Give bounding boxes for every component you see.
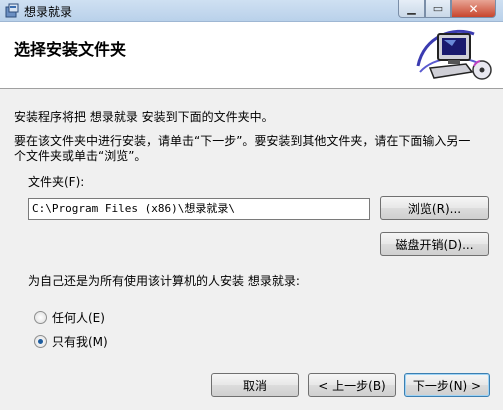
disk-cost-button-label: 磁盘开销(D)...: [395, 237, 474, 252]
radio-everyone-circle[interactable]: [34, 311, 47, 324]
folder-label: 文件夹(F):: [28, 175, 85, 189]
browse-button[interactable]: 浏览(R)...: [380, 196, 489, 220]
maximize-icon: ▭: [432, 2, 444, 15]
browse-button-label: 浏览(R)...: [407, 201, 462, 216]
close-icon: ✕: [468, 1, 479, 16]
close-button[interactable]: ✕: [451, 0, 496, 18]
radio-just-me[interactable]: 只有我(M): [34, 333, 108, 350]
next-button-label: 下一步(N) >: [412, 378, 482, 393]
cancel-button-label: 取消: [242, 378, 267, 393]
page-title: 选择安装文件夹: [14, 40, 127, 59]
radio-everyone[interactable]: 任何人(E): [34, 309, 105, 326]
maximize-button[interactable]: ▭: [425, 0, 451, 18]
next-button[interactable]: 下一步(N) >: [404, 373, 490, 397]
intro-text: 安装程序将把 想录就录 安装到下面的文件夹中。: [14, 110, 274, 124]
back-button[interactable]: < 上一步(B): [308, 373, 396, 397]
back-button-label: < 上一步(B): [318, 378, 386, 393]
title-bar[interactable]: 想录就录 ▁ ▭ ✕: [0, 0, 503, 22]
minimize-icon: ▁: [407, 2, 416, 15]
folder-path-input[interactable]: C:\Program Files (x86)\想录就录\: [28, 198, 370, 220]
cancel-button[interactable]: 取消: [211, 373, 299, 397]
disk-cost-button[interactable]: 磁盘开销(D)...: [380, 232, 489, 256]
header-banner: 选择安装文件夹: [0, 22, 503, 89]
computer-install-icon: [416, 29, 492, 80]
window-title: 想录就录: [24, 5, 73, 19]
setup-icon: [5, 3, 19, 18]
radio-just-me-label: 只有我(M): [52, 335, 108, 349]
radio-everyone-label: 任何人(E): [52, 311, 105, 325]
install-for-question: 为自己还是为所有使用该计算机的人安装 想录就录:: [28, 274, 300, 288]
radio-just-me-circle[interactable]: [34, 335, 47, 348]
minimize-button[interactable]: ▁: [398, 0, 425, 18]
instruction-line-2: 个文件夹或单击“浏览”。: [14, 149, 147, 163]
